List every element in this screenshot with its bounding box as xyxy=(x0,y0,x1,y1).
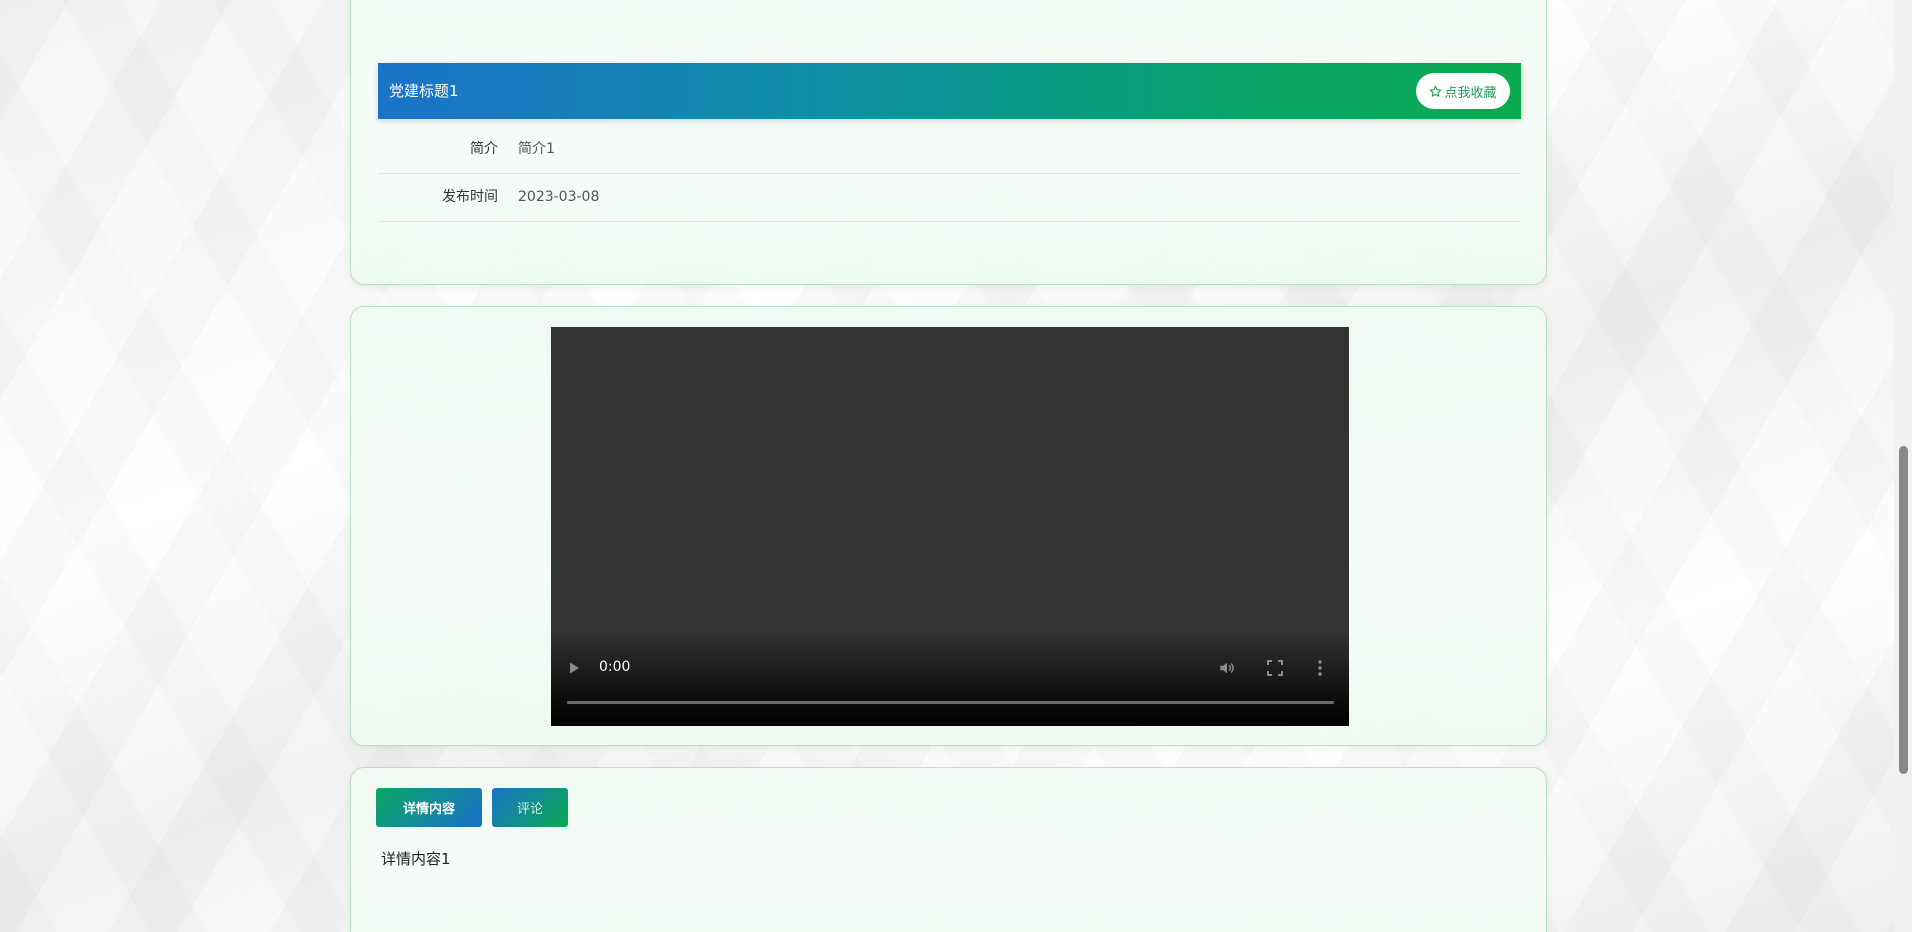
video-player[interactable]: 0:00 xyxy=(551,327,1349,726)
video-card: 0:00 xyxy=(350,306,1547,746)
intro-row: 简介 简介1 xyxy=(378,126,1521,174)
volume-icon[interactable] xyxy=(1218,659,1236,677)
article-info-card: 党建标题1 点我收藏 简介 简介1 发布时间 2023-03-08 xyxy=(350,0,1547,285)
scrollbar-thumb[interactable] xyxy=(1899,446,1908,774)
star-icon xyxy=(1430,85,1442,97)
page-scrollbar[interactable] xyxy=(1894,0,1912,932)
play-icon[interactable] xyxy=(567,661,581,675)
fullscreen-icon[interactable] xyxy=(1267,660,1283,676)
intro-label: 简介 xyxy=(470,141,498,157)
publish-time-row: 发布时间 2023-03-08 xyxy=(378,174,1521,222)
publish-time-value: 2023-03-08 xyxy=(518,189,600,205)
video-current-time: 0:00 xyxy=(599,659,631,675)
article-title-bar: 党建标题1 点我收藏 xyxy=(378,63,1521,119)
video-controls-overlay xyxy=(551,631,1349,726)
favorite-button[interactable]: 点我收藏 xyxy=(1416,73,1510,109)
article-title: 党建标题1 xyxy=(389,82,459,100)
detail-content-text: 详情内容1 xyxy=(381,850,451,868)
tab-detail-content[interactable]: 详情内容 xyxy=(376,788,482,827)
video-progress-bar[interactable] xyxy=(567,701,1334,704)
tab-comments[interactable]: 评论 xyxy=(492,788,568,827)
publish-time-label: 发布时间 xyxy=(442,189,498,205)
favorite-button-label: 点我收藏 xyxy=(1444,85,1497,101)
more-options-icon[interactable] xyxy=(1317,659,1323,677)
detail-card: 详情内容 评论 详情内容1 xyxy=(350,767,1547,932)
intro-value: 简介1 xyxy=(518,141,555,157)
